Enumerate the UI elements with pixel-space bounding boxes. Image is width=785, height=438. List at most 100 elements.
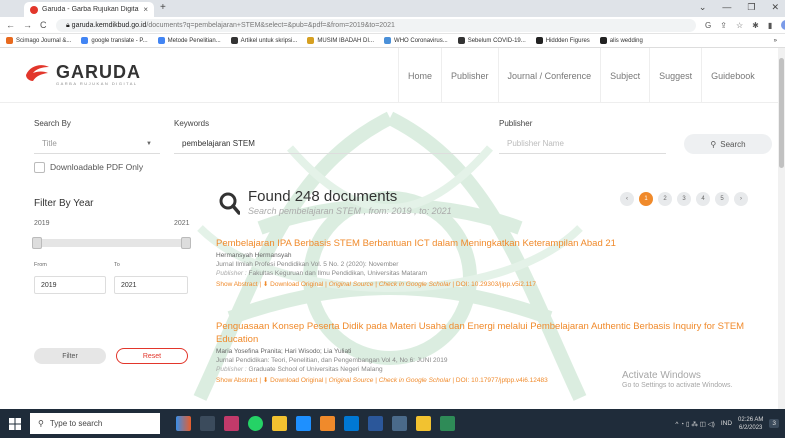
bookmark-favicon-icon (157, 36, 165, 44)
result-journal[interactable]: Jurnal Pendidikan: Teori, Penelitian, da… (216, 357, 766, 364)
system-tray: ^ ◔ ▯ ⁂ ◫ ◁) IND 02:26 AM 6/2/2023 3 (675, 409, 779, 438)
app-icon[interactable] (320, 416, 335, 431)
bookmarks-overflow-icon[interactable]: » (774, 38, 785, 44)
menu-item-guidebook[interactable]: Guidebook (701, 48, 764, 103)
activate-line-2: Go to Settings to activate Windows. (622, 382, 733, 389)
language-indicator[interactable]: IND (721, 420, 732, 427)
scrollbar-thumb[interactable] (779, 58, 784, 168)
page-button[interactable]: ‹ (620, 192, 634, 206)
slider-handle-max[interactable] (181, 237, 191, 249)
taskbar-apps (176, 416, 455, 431)
whatsapp-icon[interactable] (248, 416, 263, 431)
notes-icon[interactable] (416, 416, 431, 431)
doi-link[interactable]: DOI: 10.29303/jipp.v5i2.117 (456, 281, 536, 288)
menu-item-publisher[interactable]: Publisher (441, 48, 498, 103)
star-icon[interactable]: ☆ (736, 21, 743, 30)
garuda-logo[interactable]: GARUDA GARBA RUJUKAN DIGITAL (24, 62, 141, 86)
min-year: 2019 (34, 220, 50, 227)
reset-button[interactable]: Reset (116, 348, 188, 364)
notification-badge[interactable]: 3 (769, 419, 779, 428)
bookmark-item[interactable]: Metode Penelitian... (157, 36, 221, 44)
new-tab-button[interactable]: + (160, 2, 166, 13)
mail-app-icon[interactable] (224, 416, 239, 431)
download-link[interactable]: Download Original (270, 281, 323, 288)
restore-icon[interactable]: ❐ (747, 2, 755, 13)
page-button[interactable]: › (734, 192, 748, 206)
from-year-input[interactable]: 2019 (34, 276, 106, 294)
year-slider[interactable] (32, 237, 191, 249)
max-year: 2021 (174, 220, 190, 227)
windows-start-icon[interactable] (0, 409, 30, 438)
result-authors[interactable]: Hermansyah Hermansyah (216, 252, 766, 259)
widgets-icon[interactable] (176, 416, 191, 431)
bookmark-item[interactable]: Artikel untuk skripsi... (230, 36, 298, 45)
sidebar-icon[interactable]: ▮ (768, 21, 772, 30)
close-tab-icon[interactable]: × (143, 5, 148, 14)
pdf-only-checkbox[interactable] (34, 162, 45, 173)
slider-handle-min[interactable] (32, 237, 42, 249)
bookmark-label: Artikel untuk skripsi... (240, 38, 298, 45)
to-year-input[interactable]: 2021 (114, 276, 188, 294)
url-input[interactable]: 🔒︎ garuda.kemdikbud.go.id/documents?q=pe… (56, 19, 696, 32)
bookmark-item[interactable]: google translate - P... (81, 36, 148, 44)
tray-icons[interactable]: ^ ◔ ▯ ⁂ ◫ ◁) (675, 420, 714, 428)
page-button[interactable]: 1 (639, 192, 653, 206)
result-authors[interactable]: Maria Yosefina Pranita; Hari Wisodo; Lia… (216, 348, 766, 355)
search-by-label: Search By (34, 119, 71, 128)
original-source-link[interactable]: Original Source (329, 377, 374, 384)
google-scholar-link[interactable]: Check in Google Scholar (379, 281, 451, 288)
app-icon[interactable] (392, 416, 407, 431)
page-button[interactable]: 5 (715, 192, 729, 206)
bookmark-item[interactable]: WHO Coronavirus... (384, 36, 448, 44)
tab-search-icon[interactable]: ⌄ (699, 2, 707, 13)
download-link[interactable]: Download Original (270, 377, 323, 384)
taskbar-search[interactable]: ⚲ Type to search (30, 413, 160, 434)
original-source-link[interactable]: Original Source (329, 281, 374, 288)
search-button[interactable]: ⚲ Search (684, 134, 772, 154)
google-scholar-link[interactable]: Check in Google Scholar (379, 377, 451, 384)
bookmark-favicon-icon (535, 36, 543, 44)
bookmark-item[interactable]: MUSIM IBADAH DI... (307, 36, 374, 44)
file-explorer-icon[interactable] (272, 416, 287, 431)
page-button[interactable]: 2 (658, 192, 672, 206)
show-abstract-link[interactable]: Show Abstract (216, 281, 258, 288)
activate-windows-watermark: Activate Windows Go to Settings to activ… (622, 370, 733, 389)
menu-item-subject[interactable]: Subject (600, 48, 649, 103)
result-title[interactable]: Pembelajaran IPA Berbasis STEM Berbantua… (216, 237, 766, 250)
publisher-input[interactable]: Publisher Name (499, 134, 666, 154)
word-icon[interactable] (368, 416, 383, 431)
forward-icon[interactable]: → (23, 20, 32, 30)
bookmark-item[interactable]: Hiddden Figures (535, 36, 590, 44)
close-window-icon[interactable]: ✕ (771, 2, 779, 13)
search-by-select[interactable]: Title ▼ (34, 134, 160, 154)
bookmark-item[interactable]: Sebelum COVID-19... (457, 36, 526, 44)
back-icon[interactable]: ← (6, 20, 15, 30)
page-button[interactable]: 4 (696, 192, 710, 206)
edge-icon[interactable] (344, 416, 359, 431)
minimize-icon[interactable]: — (722, 2, 731, 13)
keywords-input[interactable]: pembelajaran STEM (174, 134, 480, 154)
bookmark-favicon-icon (384, 36, 392, 44)
page-button[interactable]: 3 (677, 192, 691, 206)
app-icon[interactable] (440, 416, 455, 431)
result-title[interactable]: Penguasaan Konsep Peserta Didik pada Mat… (216, 320, 766, 346)
doi-link[interactable]: DOI: 10.17977/jptpp.v4i6.12483 (456, 377, 548, 384)
menu-item-home[interactable]: Home (398, 48, 441, 103)
extensions-icon[interactable]: ✱ (752, 21, 759, 30)
task-view-icon[interactable] (200, 416, 215, 431)
show-abstract-link[interactable]: Show Abstract (216, 377, 258, 384)
clock[interactable]: 02:26 AM 6/2/2023 (738, 416, 763, 432)
bookmark-item[interactable]: Scimago Journal &... (6, 36, 71, 44)
google-icon[interactable]: G (705, 21, 711, 30)
share-icon[interactable]: ⇪ (720, 21, 727, 30)
reload-icon[interactable]: C (40, 20, 47, 30)
menu-item-suggest[interactable]: Suggest (649, 48, 701, 103)
profile-avatar[interactable] (781, 20, 785, 30)
filter-button[interactable]: Filter (34, 348, 106, 364)
chrome-icon[interactable] (296, 416, 311, 431)
bookmark-item[interactable]: alis wedding (599, 36, 643, 44)
menu-item-journal-conference[interactable]: Journal / Conference (497, 48, 601, 103)
result-journal[interactable]: Jurnal Ilmiah Profesi Pendidikan Vol. 5 … (216, 261, 766, 268)
browser-tab[interactable]: Garuda - Garba Rujukan Digital × (24, 2, 154, 17)
page-scrollbar[interactable] (778, 48, 785, 409)
